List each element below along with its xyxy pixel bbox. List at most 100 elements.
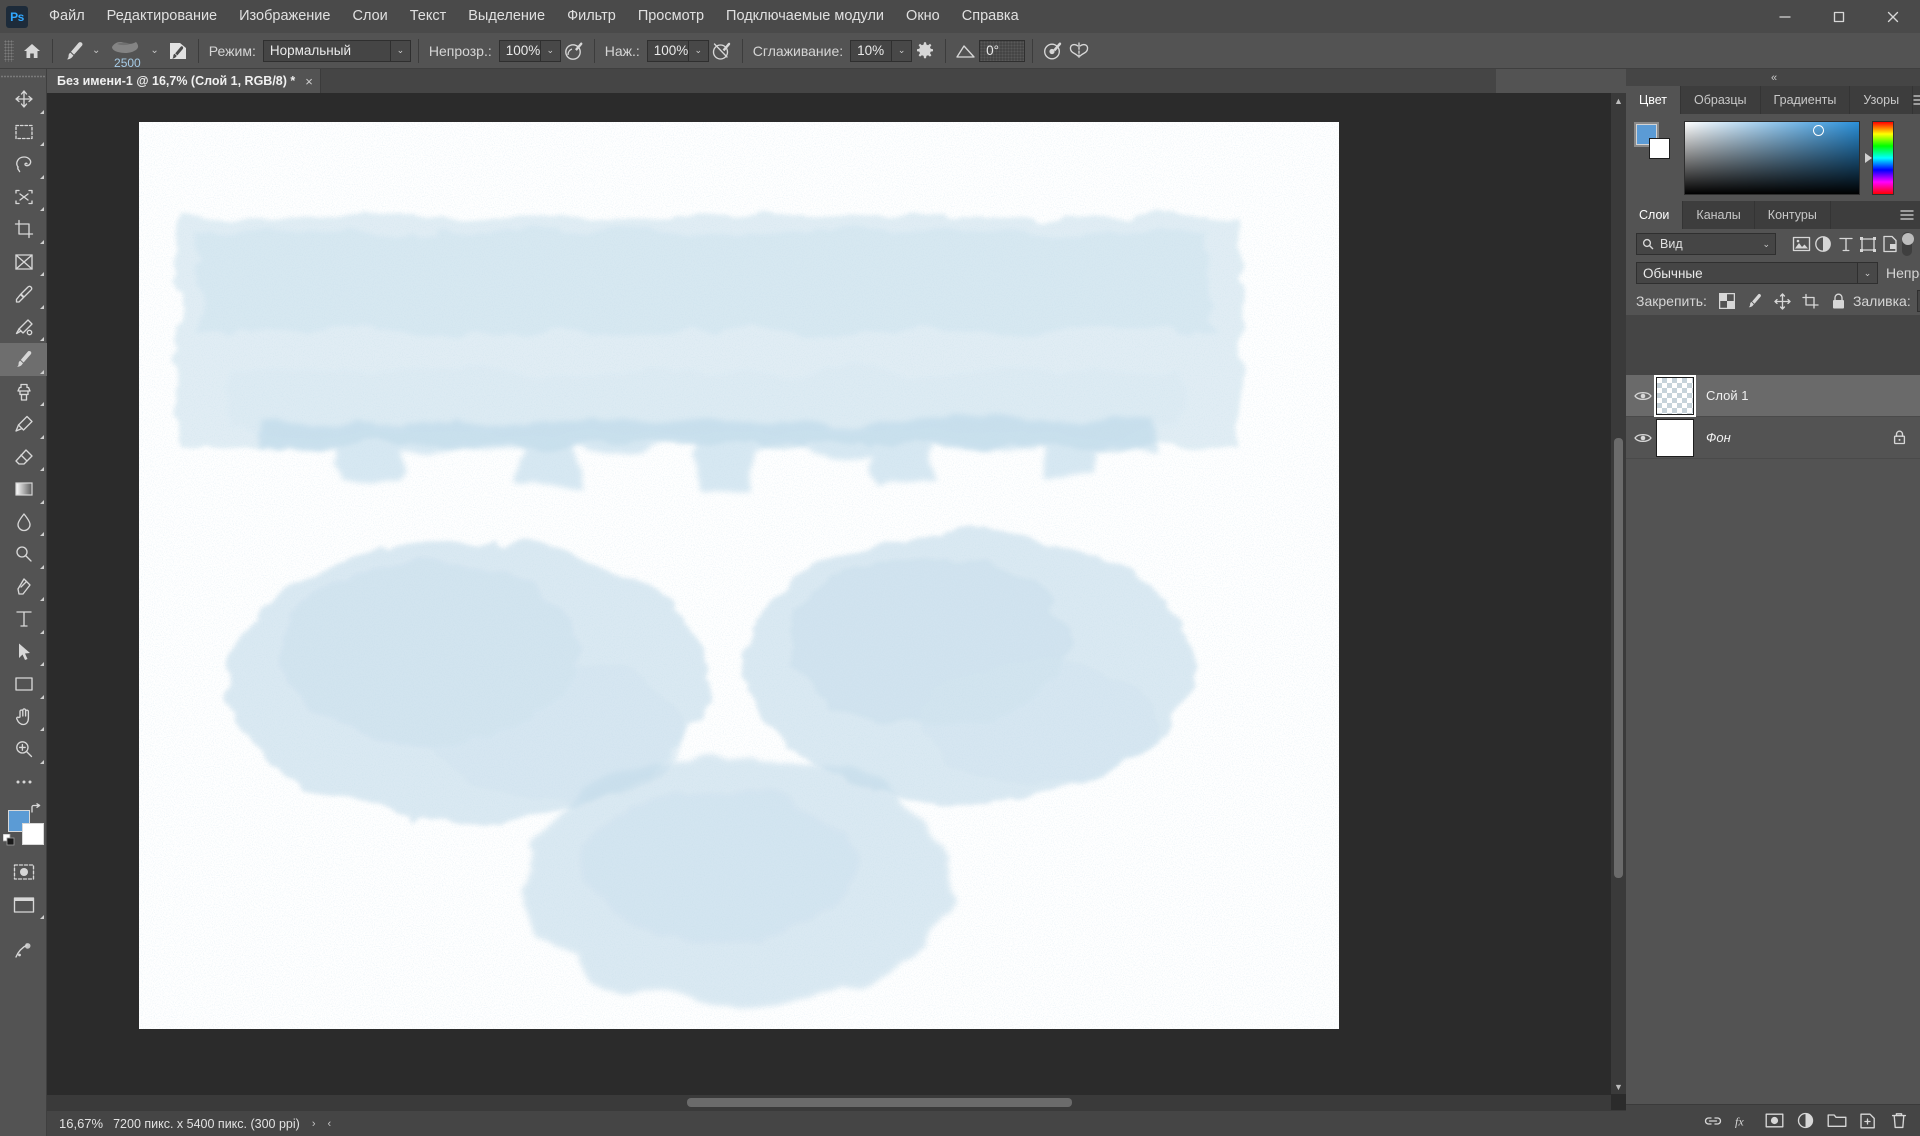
document-canvas[interactable] xyxy=(139,122,1339,1029)
delete-layer-icon[interactable] xyxy=(1883,1106,1914,1136)
lock-transparent-pixels-icon[interactable] xyxy=(1713,289,1741,313)
sidebar-item-rectangle-tool[interactable] xyxy=(0,668,47,701)
sidebar-item-type-tool[interactable] xyxy=(0,603,47,636)
table-row[interactable]: Фон xyxy=(1626,417,1920,459)
horizontal-scrollbar[interactable] xyxy=(47,1095,1611,1110)
filter-pixel-icon[interactable] xyxy=(1790,231,1812,257)
status-prev-icon[interactable]: ‹ xyxy=(328,1118,332,1130)
filter-shape-icon[interactable] xyxy=(1857,231,1879,257)
blend-mode-dropdown[interactable]: Нормальный ⌄ xyxy=(262,39,411,62)
sidebar-item-gradient-tool[interactable] xyxy=(0,473,47,506)
layer-name[interactable]: Фон xyxy=(1706,430,1731,445)
menu-window[interactable]: Окно xyxy=(895,0,951,33)
color-ramp[interactable] xyxy=(1684,121,1860,195)
brush-tool-preview[interactable]: ⌄ xyxy=(60,33,106,69)
sidebar-item-move-tool[interactable] xyxy=(0,83,47,116)
sidebar-item-eyedropper-tool[interactable] xyxy=(0,278,47,311)
filter-type-icon[interactable] xyxy=(1835,231,1857,257)
sidebar-item-lasso-tool[interactable] xyxy=(0,148,47,181)
tab-paths[interactable]: Контуры xyxy=(1754,201,1831,229)
airbrush-icon[interactable] xyxy=(709,38,735,64)
tab-layers[interactable]: Слои xyxy=(1626,201,1684,229)
brush-panel-icon[interactable] xyxy=(165,38,191,64)
brush-tip-chevron-down-icon[interactable]: ⌄ xyxy=(92,45,100,56)
new-group-icon[interactable] xyxy=(1821,1106,1852,1136)
options-bar-grip[interactable] xyxy=(4,39,14,62)
sidebar-item-crop-tool[interactable] xyxy=(0,213,47,246)
swap-colors-icon[interactable] xyxy=(29,803,42,816)
menu-help[interactable]: Справка xyxy=(951,0,1030,33)
document-tab[interactable]: Без имени-1 @ 16,7% (Слой 1, RGB/8) * × xyxy=(47,69,321,93)
menu-filter[interactable]: Фильтр xyxy=(556,0,627,33)
hue-slider[interactable] xyxy=(1865,121,1894,195)
lock-position-icon[interactable] xyxy=(1769,289,1797,313)
sidebar-item-edit-toolbar[interactable] xyxy=(0,766,47,799)
minimize-button[interactable] xyxy=(1758,0,1812,33)
sidebar-item-healing-brush-tool[interactable] xyxy=(0,311,47,344)
layer-list[interactable]: Слой 1 Фон xyxy=(1626,374,1920,1104)
opacity-value[interactable]: 100% xyxy=(498,39,541,62)
menu-edit[interactable]: Редактирование xyxy=(96,0,228,33)
sidebar-item-path-selection-tool[interactable] xyxy=(0,636,47,669)
tab-gradients[interactable]: Градиенты xyxy=(1760,86,1851,114)
sidebar-item-brush-tool[interactable] xyxy=(0,343,47,376)
tab-swatches[interactable]: Образцы xyxy=(1681,86,1761,114)
quick-mask-icon[interactable] xyxy=(0,856,47,889)
filter-smart-object-icon[interactable] xyxy=(1879,231,1901,257)
flow-value[interactable]: 100% xyxy=(646,39,689,62)
canvas-area[interactable]: ▲ ▼ xyxy=(47,93,1626,1110)
color-picker-handle[interactable] xyxy=(1813,125,1824,136)
brush-preset-chevron-down-icon[interactable]: ⌄ xyxy=(150,45,158,56)
menu-image[interactable]: Изображение xyxy=(228,0,341,33)
menu-view[interactable]: Просмотр xyxy=(627,0,715,33)
sidebar-item-eraser-tool[interactable] xyxy=(0,441,47,474)
tab-patterns[interactable]: Узоры xyxy=(1850,86,1914,114)
link-layers-icon[interactable] xyxy=(1697,1106,1728,1136)
sidebar-item-history-brush-tool[interactable] xyxy=(0,408,47,441)
add-layer-mask-icon[interactable] xyxy=(1759,1106,1790,1136)
scroll-down-icon[interactable]: ▼ xyxy=(1611,1079,1626,1094)
menu-plugins[interactable]: Подключаемые модули xyxy=(715,0,895,33)
filter-adjustment-icon[interactable] xyxy=(1812,231,1834,257)
tab-channels[interactable]: Каналы xyxy=(1683,201,1755,229)
lock-all-icon[interactable] xyxy=(1825,289,1853,313)
sidebar-item-zoom-tool[interactable] xyxy=(0,733,47,766)
panel-menu-icon[interactable] xyxy=(1913,86,1920,114)
symmetry-butterfly-icon[interactable] xyxy=(1066,38,1092,64)
new-layer-icon[interactable] xyxy=(1852,1106,1883,1136)
layer-filter-dropdown[interactable]: Вид ⌄ xyxy=(1636,233,1776,255)
tools-panel-grip[interactable] xyxy=(0,69,46,83)
hue-slider-handle[interactable] xyxy=(1865,153,1872,163)
horizontal-scroll-thumb[interactable] xyxy=(687,1098,1072,1107)
new-adjustment-layer-icon[interactable] xyxy=(1790,1106,1821,1136)
sidebar-item-blur-tool[interactable] xyxy=(0,506,47,539)
sidebar-item-object-selection-tool[interactable] xyxy=(0,181,47,214)
lock-artboard-icon[interactable] xyxy=(1797,289,1825,313)
close-button[interactable] xyxy=(1866,0,1920,33)
layer-visibility-icon[interactable] xyxy=(1630,417,1656,459)
sidebar-item-frame-tool[interactable] xyxy=(0,246,47,279)
flow-dropdown[interactable]: 100% ⌄ xyxy=(646,39,709,62)
menu-file[interactable]: Файл xyxy=(38,0,96,33)
sidebar-item-pen-tool[interactable] xyxy=(0,571,47,604)
vertical-scrollbar[interactable]: ▲ ▼ xyxy=(1611,93,1626,1094)
extras-icon[interactable] xyxy=(0,935,47,968)
sidebar-item-hand-tool[interactable] xyxy=(0,701,47,734)
layer-filter-toggle[interactable] xyxy=(1901,232,1915,256)
sidebar-item-dodge-tool[interactable] xyxy=(0,538,47,571)
screen-mode-icon[interactable] xyxy=(0,889,47,922)
home-icon[interactable] xyxy=(19,38,45,64)
brush-preset-icon[interactable]: 2500 xyxy=(106,36,148,70)
default-colors-icon[interactable] xyxy=(3,834,15,846)
layer-thumbnail[interactable] xyxy=(1656,418,1694,457)
sidebar-item-clone-stamp-tool[interactable] xyxy=(0,376,47,409)
layer-blend-mode-dropdown[interactable]: Обычные ⌄ xyxy=(1636,262,1878,284)
zoom-level[interactable]: 16,67% xyxy=(47,1116,113,1131)
layers-panel-menu-icon[interactable] xyxy=(1894,201,1920,229)
tab-color[interactable]: Цвет xyxy=(1626,86,1682,114)
gear-icon[interactable] xyxy=(912,38,938,64)
status-expand-icon[interactable]: › xyxy=(312,1118,316,1130)
pressure-size-icon[interactable] xyxy=(1040,38,1066,64)
layer-effects-icon[interactable]: fx xyxy=(1728,1106,1759,1136)
maximize-button[interactable] xyxy=(1812,0,1866,33)
